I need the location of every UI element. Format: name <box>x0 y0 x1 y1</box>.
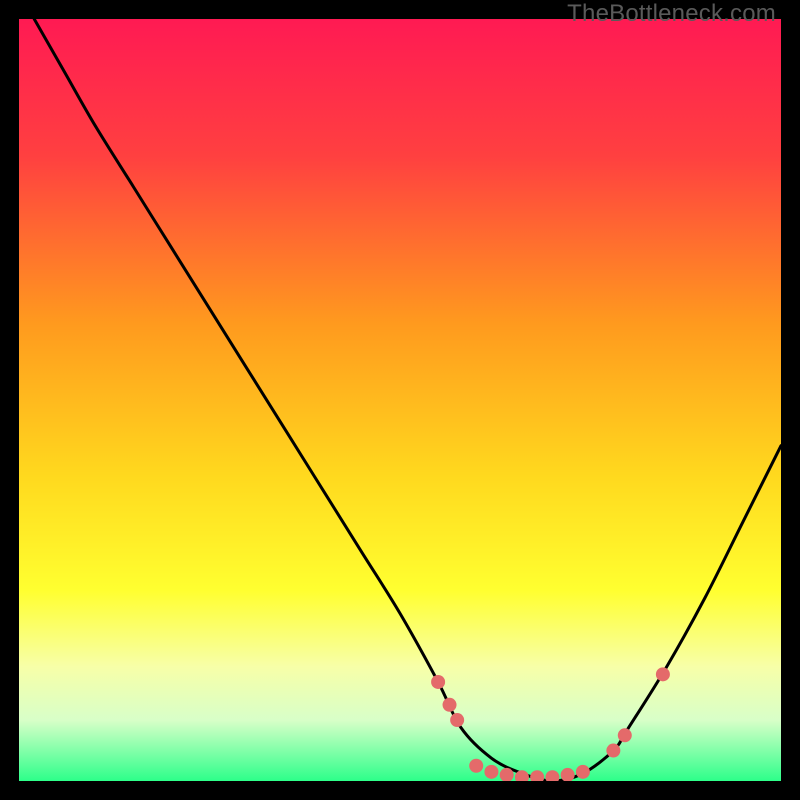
data-marker <box>450 713 464 727</box>
data-marker <box>484 765 498 779</box>
data-marker <box>443 698 457 712</box>
bottleneck-chart <box>19 19 781 781</box>
chart-frame <box>19 19 781 781</box>
data-marker <box>618 728 632 742</box>
data-marker <box>431 675 445 689</box>
data-marker <box>576 765 590 779</box>
data-marker <box>656 667 670 681</box>
data-marker <box>606 744 620 758</box>
watermark-text: TheBottleneck.com <box>567 0 776 28</box>
data-marker <box>469 759 483 773</box>
